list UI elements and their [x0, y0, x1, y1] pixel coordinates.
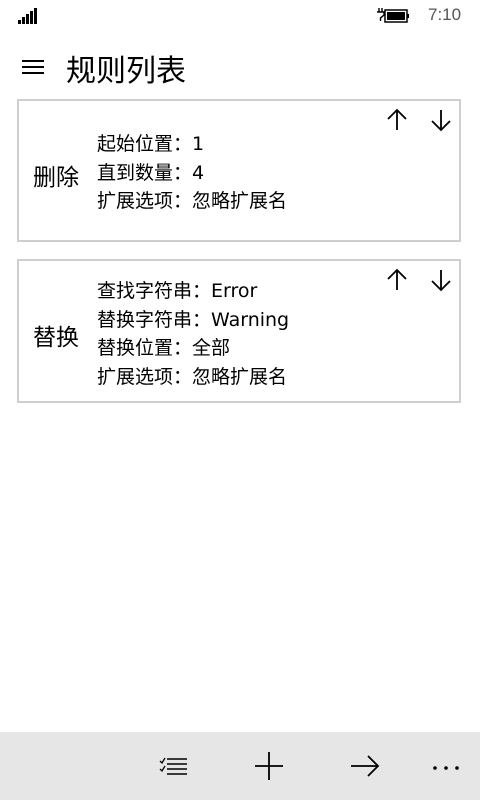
rule-detail-line: 替换位置：全部: [97, 337, 231, 359]
status-bar: 7:10: [0, 0, 480, 32]
rule-card[interactable]: 替换 查找字符串：Error 替换字符串：Warning 替换位置：全部 扩展选…: [17, 259, 461, 403]
select-list-icon[interactable]: [148, 742, 196, 790]
more-icon[interactable]: [422, 742, 470, 790]
move-up-arrow-icon[interactable]: [379, 263, 415, 297]
header: 规则列表: [0, 40, 480, 96]
move-down-arrow-icon[interactable]: [423, 103, 459, 137]
move-up-arrow-icon[interactable]: [379, 103, 415, 137]
battery-charging-icon: [377, 8, 409, 23]
rule-detail-line: 替换字符串：Warning: [97, 308, 290, 331]
arrow-right-icon[interactable]: [341, 742, 389, 790]
rule-detail-line: 起始位置：1: [97, 133, 205, 155]
rule-detail-line: 扩展选项：忽略扩展名: [97, 365, 288, 388]
signal-strength-icon: [18, 8, 40, 24]
move-down-arrow-icon[interactable]: [423, 263, 459, 297]
rule-type-label: 删除: [33, 165, 79, 191]
page-title: 规则列表: [66, 54, 186, 89]
rule-details: 起始位置：1 直到数量：4 扩展选项：忽略扩展名: [97, 130, 287, 216]
rule-detail-line: 扩展选项：忽略扩展名: [97, 190, 288, 212]
rule-type-label: 替换: [33, 325, 79, 351]
rule-card[interactable]: 删除 起始位置：1 直到数量：4 扩展选项：忽略扩展名: [17, 99, 461, 242]
hamburger-menu-icon[interactable]: [18, 52, 50, 82]
rule-details: 查找字符串：Error 替换字符串：Warning 替换位置：全部 扩展选项：忽…: [97, 277, 289, 391]
rule-detail-line: 查找字符串：Error: [97, 280, 258, 302]
add-icon[interactable]: [245, 742, 293, 790]
app-bar: [0, 732, 480, 800]
rule-detail-line: 直到数量：4: [97, 161, 205, 184]
clock: 7:10: [428, 5, 462, 24]
